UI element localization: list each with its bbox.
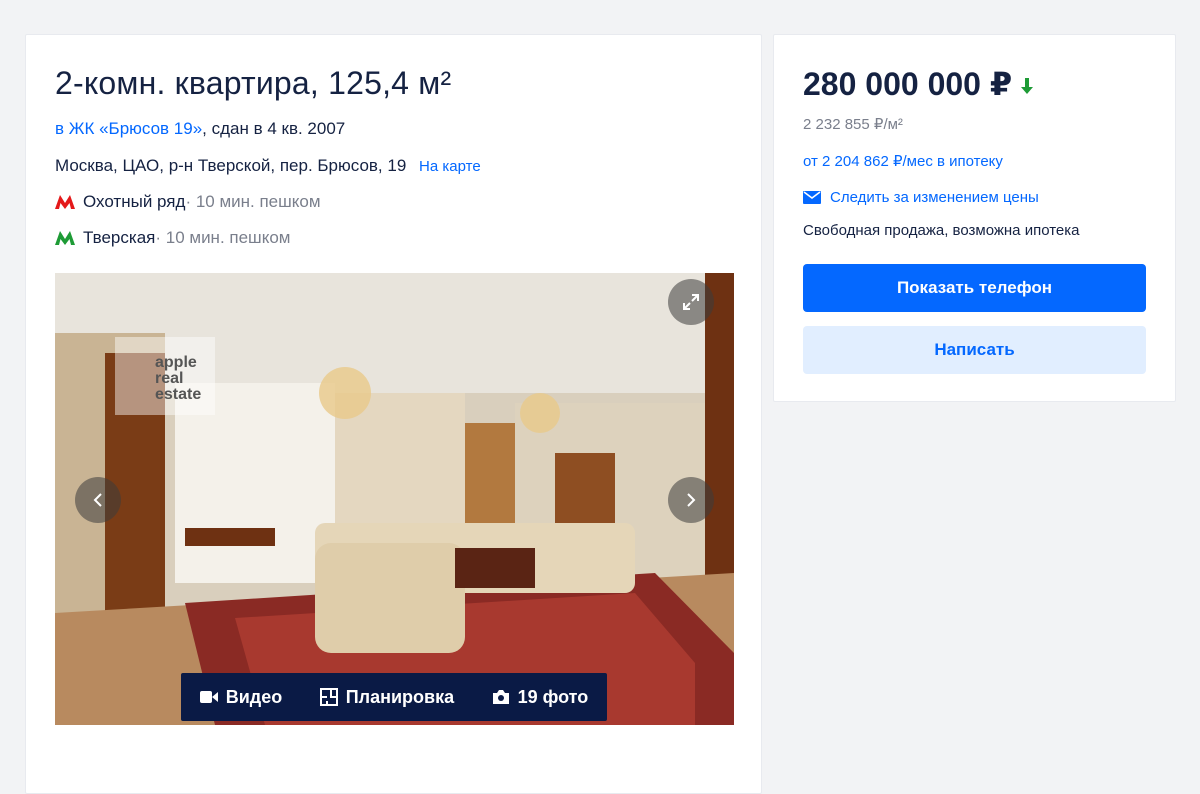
- price-value: 280 000 000 ₽: [803, 66, 1013, 102]
- video-icon: [199, 691, 218, 703]
- metro-walk-time: · 10 мин. пешком: [155, 228, 291, 247]
- chevron-right-icon: [687, 493, 696, 507]
- envelope-icon: [803, 191, 821, 204]
- floorplan-label: Планировка: [345, 686, 455, 707]
- address-line: Москва, ЦАО, р-н Тверской, пер. Брюсов, …: [55, 156, 481, 176]
- next-photo-button[interactable]: [668, 477, 714, 523]
- price-card: 280 000 000 ₽ 2 232 855 ₽/м² от 2 204 86…: [773, 34, 1176, 402]
- metro-item[interactable]: Охотный ряд · 10 мин. пешком: [55, 192, 321, 212]
- video-button[interactable]: Видео: [199, 686, 283, 708]
- write-message-button[interactable]: Написать: [803, 326, 1146, 374]
- metro-red-icon: [55, 195, 75, 209]
- floorplan-button[interactable]: Планировка: [319, 686, 455, 708]
- photo-gallery[interactable]: apple real estate Видео Планировка 19 фо…: [55, 273, 734, 725]
- photos-count-label: 19 фото: [517, 686, 589, 707]
- metro-station: Охотный ряд: [83, 192, 186, 211]
- follow-price-link[interactable]: Следить за изменением цены: [803, 189, 1039, 206]
- media-bar: Видео Планировка 19 фото: [181, 673, 607, 721]
- expand-button[interactable]: [668, 279, 714, 325]
- show-phone-button[interactable]: Показать телефон: [803, 264, 1146, 312]
- sale-type: Свободная продажа, возможна ипотека: [803, 222, 1080, 239]
- video-label: Видео: [225, 686, 283, 707]
- map-link[interactable]: На карте: [419, 158, 481, 175]
- complex-link[interactable]: в ЖК «Брюсов 19»: [55, 119, 202, 138]
- address-text: Москва, ЦАО, р-н Тверской, пер. Брюсов, …: [55, 156, 407, 175]
- previous-photo-button[interactable]: [75, 477, 121, 523]
- expand-icon: [683, 294, 699, 310]
- listing-title: 2-комн. квартира, 125,4 м²: [55, 65, 452, 101]
- price-per-m2: 2 232 855 ₽/м²: [803, 116, 903, 133]
- arrow-down-icon: [1021, 78, 1034, 94]
- listing-card: 2-комн. квартира, 125,4 м² в ЖК «Брюсов …: [25, 34, 762, 794]
- complex-built-date: , сдан в 4 кв. 2007: [202, 119, 346, 138]
- metro-station: Тверская: [83, 228, 156, 247]
- metro-green-icon: [55, 231, 75, 245]
- watermark: apple real estate: [115, 337, 215, 415]
- floorplan-icon: [319, 688, 338, 706]
- follow-price-label: Следить за изменением цены: [830, 189, 1039, 206]
- complex-line: в ЖК «Брюсов 19», сдан в 4 кв. 2007: [55, 119, 345, 139]
- photos-button[interactable]: 19 фото: [492, 686, 589, 708]
- chevron-left-icon: [93, 493, 102, 507]
- metro-walk-time: · 10 мин. пешком: [185, 192, 321, 211]
- metro-item[interactable]: Тверская · 10 мин. пешком: [55, 228, 290, 248]
- mortgage-link[interactable]: от 2 204 862 ₽/мес в ипотеку: [803, 152, 1003, 170]
- camera-icon: [492, 690, 509, 704]
- price: 280 000 000 ₽: [803, 65, 1034, 103]
